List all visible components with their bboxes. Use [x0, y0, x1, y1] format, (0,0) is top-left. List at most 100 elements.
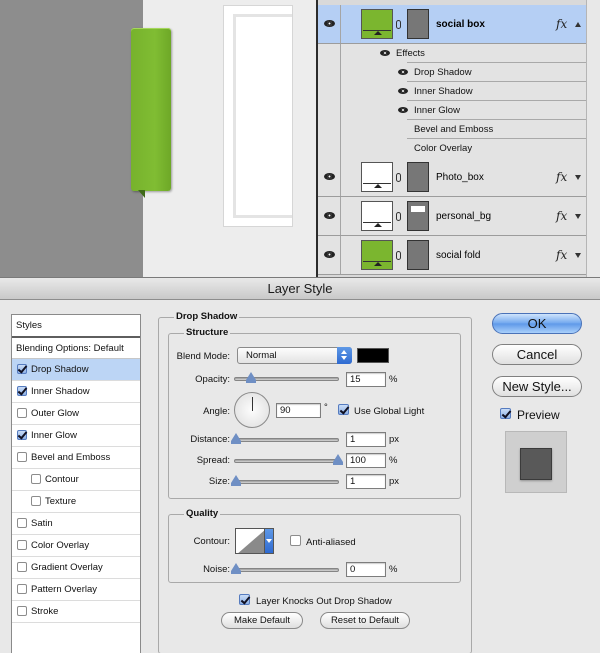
use-global-light-checkbox[interactable] — [338, 404, 349, 415]
expand-arrow-icon[interactable] — [575, 253, 581, 258]
checkbox[interactable] — [17, 584, 27, 594]
slider-knob[interactable] — [231, 563, 241, 574]
styles-header[interactable]: Styles — [12, 315, 140, 337]
visibility-toggle[interactable] — [318, 158, 341, 196]
checkbox[interactable] — [17, 386, 27, 396]
slider-knob[interactable] — [231, 475, 241, 486]
link-icon[interactable] — [396, 20, 401, 29]
style-item-inner-shadow[interactable]: Inner Shadow — [12, 381, 140, 403]
reset-to-default-button[interactable]: Reset to Default — [320, 612, 410, 629]
noise-input[interactable]: 0 — [346, 562, 386, 577]
style-item-contour[interactable]: Contour — [12, 469, 140, 491]
blend-mode-select[interactable]: Normal — [237, 347, 352, 364]
size-input[interactable]: 1 — [346, 474, 386, 489]
style-item-pattern-overlay[interactable]: Pattern Overlay — [12, 579, 140, 601]
dialog-title[interactable]: Layer Style — [0, 278, 600, 300]
link-icon[interactable] — [396, 173, 401, 182]
angle-input[interactable]: 90 — [276, 403, 321, 418]
layer-knocks-out-checkbox[interactable] — [239, 594, 250, 605]
style-item-gradient-overlay[interactable]: Gradient Overlay — [12, 557, 140, 579]
anti-aliased-checkbox[interactable] — [290, 535, 301, 546]
noise-slider[interactable] — [231, 563, 339, 574]
effect-row-inner-glow[interactable]: Inner Glow — [318, 101, 586, 120]
effect-row-inner-shadow[interactable]: Inner Shadow — [318, 82, 586, 101]
layer-thumbnail — [361, 201, 393, 231]
slider-knob[interactable] — [333, 454, 343, 465]
blend-mode-value: Normal — [246, 350, 277, 361]
layer-photo-box[interactable]: Photo_box fx — [318, 158, 586, 197]
style-item-inner-glow[interactable]: Inner Glow — [12, 425, 140, 447]
angle-dial[interactable] — [234, 392, 270, 428]
quality-title: Quality — [184, 508, 221, 519]
checkbox[interactable] — [17, 562, 27, 572]
opacity-input[interactable]: 15 — [346, 372, 386, 387]
checkbox[interactable] — [17, 518, 27, 528]
contour-dropdown-icon[interactable] — [265, 528, 274, 554]
distance-slider[interactable] — [231, 433, 339, 444]
spread-input[interactable]: 100 — [346, 453, 386, 468]
layer-style-dialog: Layer Style Styles Blending Options: Def… — [0, 277, 600, 653]
fx-icon[interactable]: fx — [556, 17, 567, 31]
style-item-outer-glow[interactable]: Outer Glow — [12, 403, 140, 425]
checkbox[interactable] — [17, 430, 27, 440]
expand-arrow-icon[interactable] — [575, 214, 581, 219]
style-item-satin[interactable]: Satin — [12, 513, 140, 535]
canvas-area[interactable] — [0, 0, 316, 277]
link-icon[interactable] — [396, 251, 401, 260]
visibility-toggle[interactable] — [318, 236, 341, 274]
fx-icon[interactable]: fx — [556, 209, 567, 223]
fx-icon[interactable]: fx — [556, 248, 567, 262]
style-item-color-overlay[interactable]: Color Overlay — [12, 535, 140, 557]
layer-mask-thumbnail[interactable] — [407, 201, 429, 231]
expand-arrow-icon[interactable] — [575, 175, 581, 180]
visibility-toggle[interactable] — [318, 5, 341, 43]
ok-button[interactable]: OK — [492, 313, 582, 334]
layer-mask-thumbnail[interactable] — [407, 162, 429, 192]
eye-icon[interactable] — [398, 88, 408, 94]
layers-scrollbar[interactable] — [586, 0, 600, 277]
style-item-bevel-emboss[interactable]: Bevel and Emboss — [12, 447, 140, 469]
checkbox[interactable] — [31, 474, 41, 484]
checkbox[interactable] — [31, 496, 41, 506]
eye-icon[interactable] — [398, 107, 408, 113]
visibility-toggle[interactable] — [318, 197, 341, 235]
layer-social-box[interactable]: social box fx — [318, 5, 586, 44]
effect-row-bevel-emboss[interactable]: Bevel and Emboss — [318, 120, 586, 139]
slider-knob[interactable] — [245, 372, 256, 383]
effect-label: Color Overlay — [414, 143, 473, 154]
link-icon[interactable] — [396, 212, 401, 221]
slider-knob[interactable] — [231, 433, 241, 444]
size-slider[interactable] — [231, 475, 339, 486]
fx-icon[interactable]: fx — [556, 170, 567, 184]
layer-mask-thumbnail[interactable] — [407, 9, 429, 39]
preview-checkbox[interactable] — [500, 408, 511, 419]
collapse-arrow-icon[interactable] — [575, 22, 581, 27]
style-item-stroke[interactable]: Stroke — [12, 601, 140, 623]
contour-preview[interactable] — [235, 528, 265, 554]
shadow-color-swatch[interactable] — [357, 348, 389, 363]
checkbox[interactable] — [17, 408, 27, 418]
distance-input[interactable]: 1 — [346, 432, 386, 447]
cancel-button[interactable]: Cancel — [492, 344, 582, 365]
eye-icon[interactable] — [380, 50, 390, 56]
checkbox[interactable] — [17, 606, 27, 616]
make-default-button[interactable]: Make Default — [221, 612, 303, 629]
new-style-button[interactable]: New Style... — [492, 376, 582, 397]
preview-square — [520, 448, 552, 480]
effects-header-row[interactable]: Effects — [318, 44, 586, 63]
checkbox[interactable] — [17, 452, 27, 462]
checkbox[interactable] — [17, 540, 27, 550]
style-item-texture[interactable]: Texture — [12, 491, 140, 513]
checkbox[interactable] — [17, 364, 27, 374]
px-unit: px — [389, 434, 400, 445]
spread-slider[interactable] — [234, 454, 343, 465]
layer-mask-thumbnail[interactable] — [407, 240, 429, 270]
eye-icon[interactable] — [398, 69, 408, 75]
layer-personal-bg[interactable]: personal_bg fx — [318, 197, 586, 236]
style-item-drop-shadow[interactable]: Drop Shadow — [12, 359, 140, 381]
blending-options-item[interactable]: Blending Options: Default — [12, 337, 140, 359]
effect-row-color-overlay[interactable]: Color Overlay — [318, 139, 586, 158]
effect-row-drop-shadow[interactable]: Drop Shadow — [318, 63, 586, 82]
layer-social-fold[interactable]: social fold fx — [318, 236, 586, 275]
opacity-slider[interactable] — [234, 372, 339, 383]
